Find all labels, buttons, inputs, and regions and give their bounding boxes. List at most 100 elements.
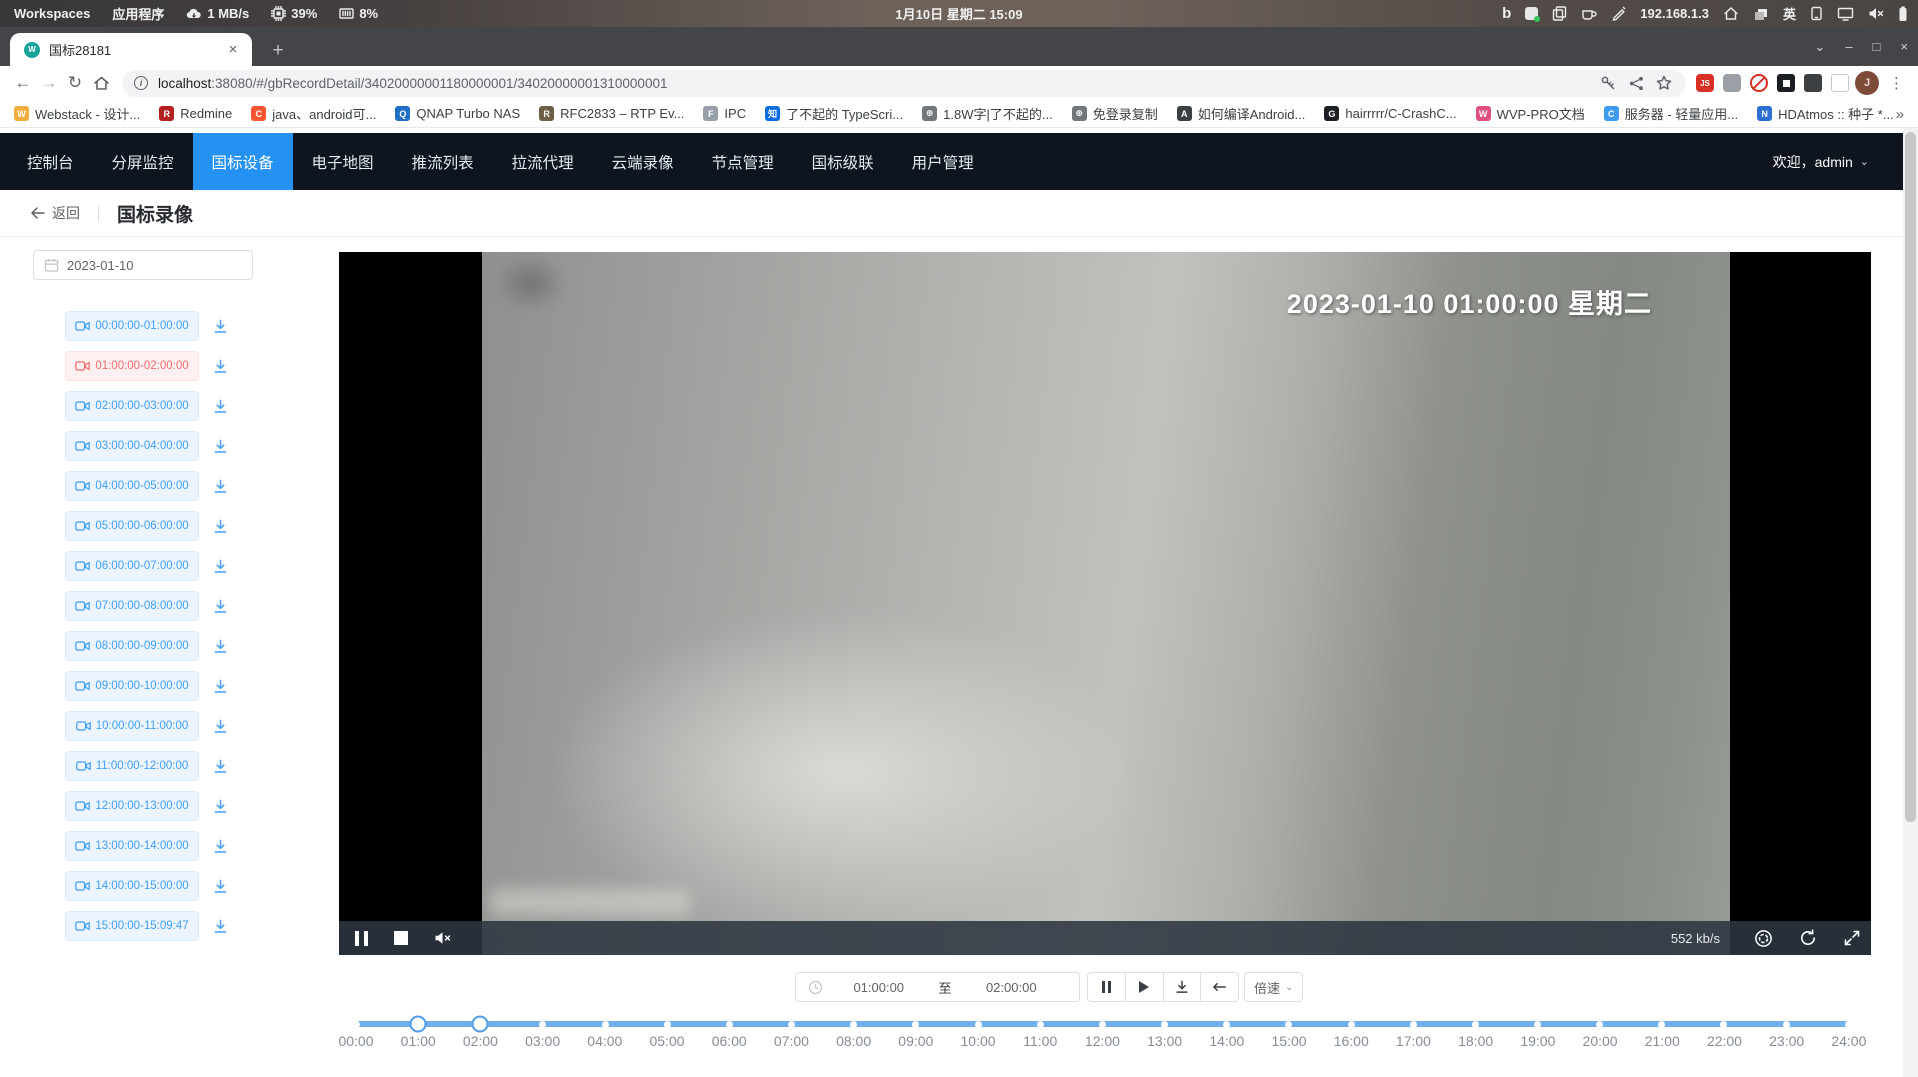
app-nav-tab[interactable]: 节点管理 [693,133,793,190]
site-info-icon[interactable]: i [134,76,148,90]
back-button[interactable]: ← [10,70,36,96]
bookmark-item[interactable]: R Redmine [159,106,232,121]
record-download-button[interactable] [213,319,228,334]
record-download-button[interactable] [213,679,228,694]
record-download-button[interactable] [213,559,228,574]
profile-avatar[interactable]: J [1855,71,1879,95]
window-maximize-button[interactable]: □ [1873,39,1881,54]
app-nav-tab[interactable]: 电子地图 [293,133,393,190]
record-chip[interactable]: 02:00:00-03:00:00 [65,391,199,421]
battery-tray-icon[interactable] [1898,6,1908,22]
app-nav-tab[interactable]: 控制台 [8,133,93,190]
time-range-picker[interactable]: 01:00:00 至 02:00:00 [795,972,1080,1002]
password-key-icon[interactable] [1596,71,1620,95]
snapshot-shutter-icon[interactable] [1754,929,1773,948]
record-download-button[interactable] [213,439,228,454]
app-nav-tab[interactable]: 云端录像 [593,133,693,190]
record-chip[interactable]: 15:00:00-15:09:47 [65,911,199,941]
record-chip[interactable]: 04:00:00-05:00:00 [65,471,199,501]
coffee-tray-icon[interactable] [1581,7,1597,21]
record-download-button[interactable] [213,399,228,414]
app-nav-tab[interactable]: 推流列表 [393,133,493,190]
app-nav-tab[interactable]: 用户管理 [893,133,993,190]
extensions-puzzle-icon[interactable] [1804,74,1822,92]
home-tray-icon[interactable] [1723,6,1739,21]
extension-tampermonkey[interactable] [1777,74,1795,92]
app-nav-tab[interactable]: 国标设备 [193,133,293,190]
new-tab-button[interactable]: + [266,39,290,63]
app-nav-tab[interactable]: 拉流代理 [493,133,593,190]
bookmark-item[interactable]: F IPC [703,106,746,121]
record-chip[interactable]: 00:00:00-01:00:00 [65,311,199,341]
volume-muted-tray-icon[interactable] [1868,7,1884,20]
record-download-button[interactable] [213,359,228,374]
download-button[interactable] [1164,972,1202,1002]
bookmark-item[interactable]: N HDAtmos :: 种子 *... [1757,104,1894,123]
home-button[interactable] [88,70,114,96]
timeline-handle[interactable] [472,1016,489,1033]
share-icon[interactable] [1624,71,1648,95]
end-time-input[interactable]: 02:00:00 [956,980,1068,995]
bookmark-item[interactable]: 知 了不起的 TypeScri... [765,104,903,123]
input-method-indicator[interactable]: 英 [1783,4,1796,23]
reload-button[interactable]: ↻ [62,70,88,96]
page-scrollbar[interactable] [1903,128,1918,1077]
bookmark-item[interactable]: ⊕ 免登录复制 [1072,104,1158,123]
address-bar[interactable]: i localhost:38080/#/gbRecordDetail/34020… [122,70,1686,97]
record-download-button[interactable] [213,919,228,934]
tab-search-button[interactable]: ⌄ [1814,39,1825,55]
window-minimize-button[interactable]: – [1845,39,1852,54]
bookmark-item[interactable]: G hairrrrr/C-CrashC... [1324,106,1456,121]
record-download-button[interactable] [213,519,228,534]
user-menu[interactable]: 欢迎，admin ⌄ [1773,133,1869,190]
record-chip[interactable]: 12:00:00-13:00:00 [65,791,199,821]
ip-address-indicator[interactable]: 192.168.1.3 [1640,6,1709,21]
record-download-button[interactable] [213,719,228,734]
player-mute-icon[interactable] [434,931,452,945]
display-tray-icon[interactable] [1837,7,1854,21]
back-link[interactable]: 返回 [30,203,80,223]
timeline-track[interactable] [356,1021,1849,1027]
player-stop-button[interactable] [394,931,408,945]
browser-menu-button[interactable]: ⋮ [1883,74,1910,92]
record-chip[interactable]: 06:00:00-07:00:00 [65,551,199,581]
bookmark-item[interactable]: C 服务器 - 轻量应用... [1604,104,1738,123]
playback-speed-dropdown[interactable]: 倍速 ⌄ [1244,972,1303,1002]
record-download-button[interactable] [213,479,228,494]
record-chip[interactable]: 01:00:00-02:00:00 [65,351,199,381]
bookmark-item[interactable]: ⊕ 1.8W字|了不起的... [922,104,1053,123]
record-chip[interactable]: 07:00:00-08:00:00 [65,591,199,621]
date-input[interactable] [67,258,217,273]
clipboard-tray-icon[interactable] [1552,6,1567,21]
extension-proxy[interactable] [1723,74,1741,92]
date-picker[interactable] [33,250,253,280]
scrollbar-thumb[interactable] [1905,132,1916,822]
bookmark-item[interactable]: Q QNAP Turbo NAS [395,106,520,121]
window-close-button[interactable]: × [1900,39,1908,54]
bing-tray-icon[interactable]: b [1502,5,1511,22]
record-chip[interactable]: 05:00:00-06:00:00 [65,511,199,541]
record-download-button[interactable] [213,759,228,774]
record-chip[interactable]: 13:00:00-14:00:00 [65,831,199,861]
record-download-button[interactable] [213,599,228,614]
bookmark-item[interactable]: W Webstack - 设计... [14,104,140,123]
extension-page[interactable] [1831,74,1849,92]
bookmark-item[interactable]: C java、android可... [251,104,376,123]
record-chip[interactable]: 10:00:00-11:00:00 [65,711,199,741]
record-chip[interactable]: 09:00:00-10:00:00 [65,671,199,701]
chat-app-tray-icon[interactable] [1525,7,1538,20]
play-button[interactable] [1126,972,1164,1002]
seek-back-button[interactable] [1201,972,1239,1002]
refresh-icon[interactable] [1799,929,1817,947]
app-nav-tab[interactable]: 国标级联 [793,133,893,190]
tab-close-button[interactable]: × [224,41,242,59]
timeline-handle[interactable] [410,1016,427,1033]
player-pause-button[interactable] [355,931,368,946]
fullscreen-icon[interactable] [1843,929,1861,947]
pen-tray-icon[interactable] [1611,6,1626,21]
browser-tab[interactable]: W 国标28181 × [10,33,252,66]
start-time-input[interactable]: 01:00:00 [823,980,935,995]
pause-button[interactable] [1087,972,1126,1002]
record-chip[interactable]: 14:00:00-15:00:00 [65,871,199,901]
bookmark-item[interactable]: W WVP-PRO文档 [1476,104,1585,123]
